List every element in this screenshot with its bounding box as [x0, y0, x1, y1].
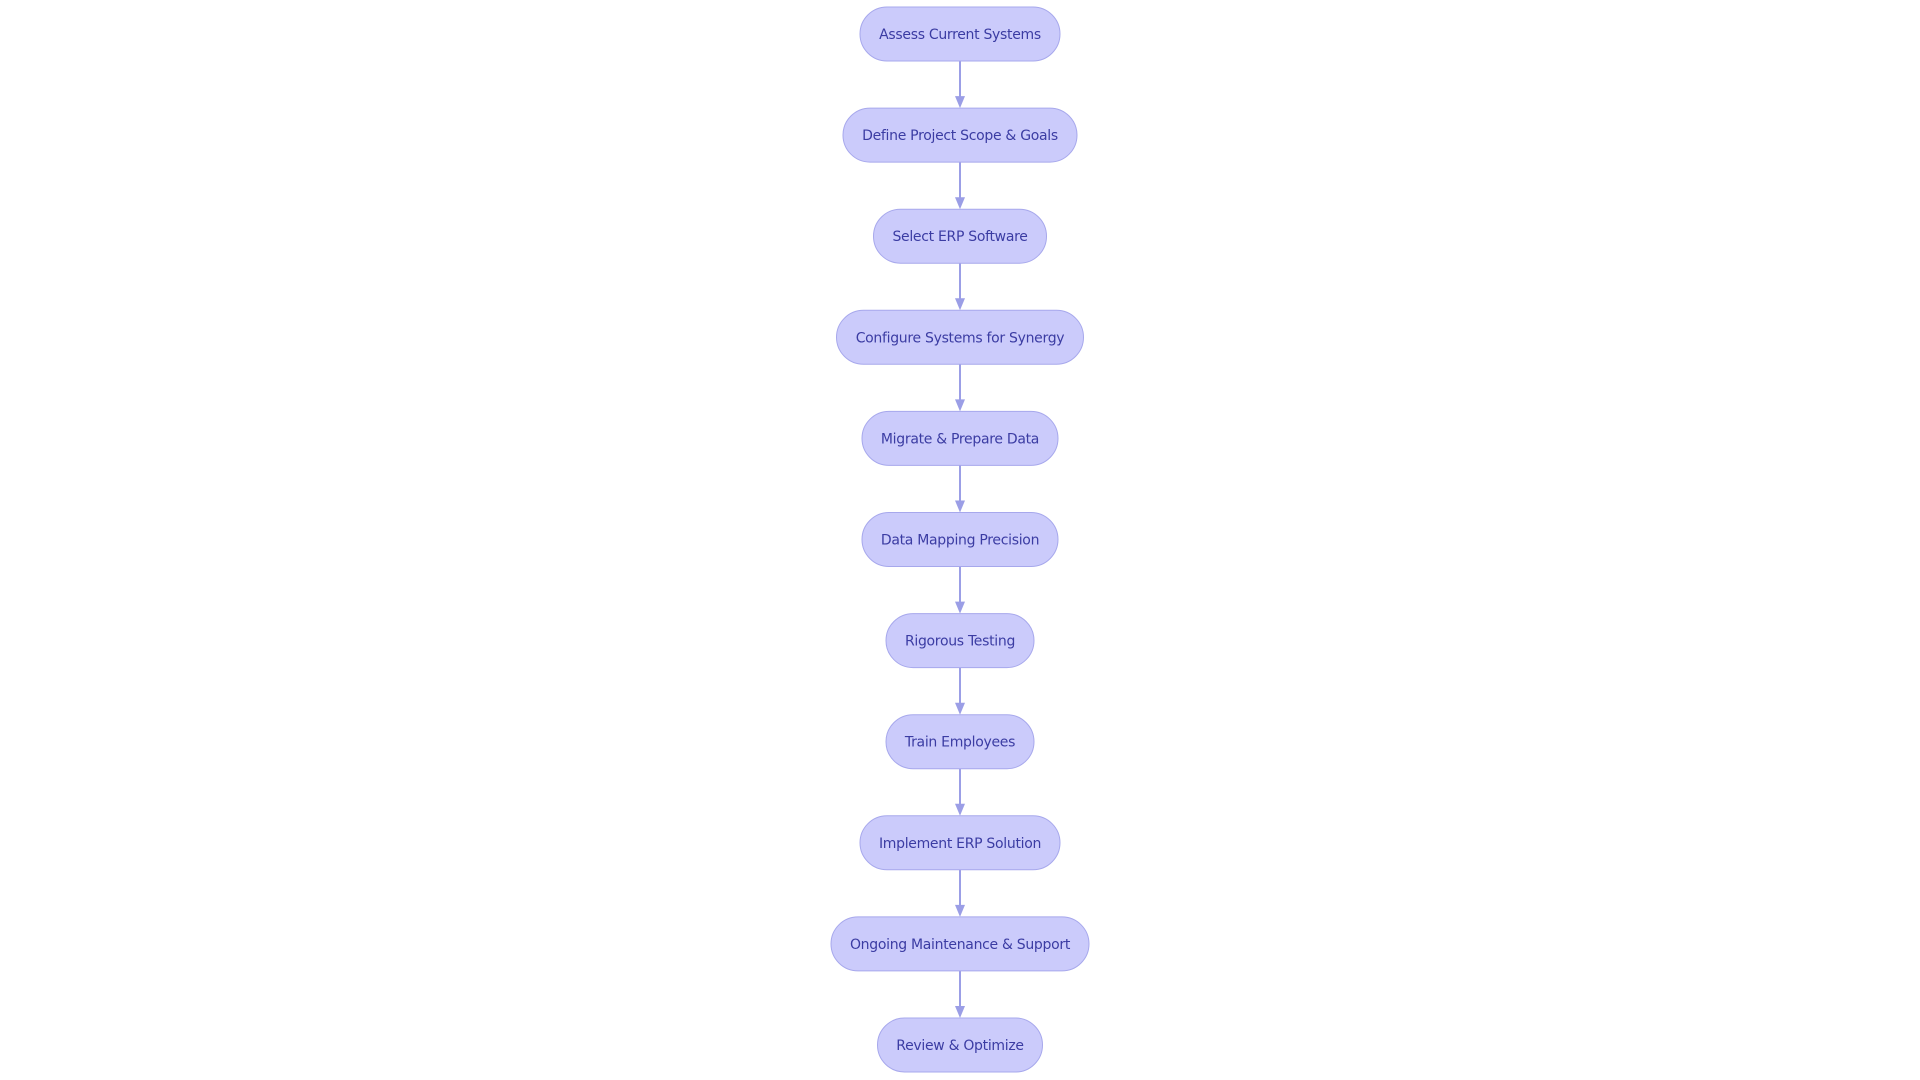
edge-n7-to-n8 — [955, 667, 965, 715]
flow-node-n3: Select ERP Software — [873, 208, 1047, 264]
edge-n8-to-n9 — [955, 768, 965, 816]
arrowhead-icon — [955, 702, 965, 715]
arrowhead-icon — [955, 399, 965, 412]
arrowhead-icon — [955, 298, 965, 311]
edge-n4-to-n5 — [955, 364, 965, 412]
arrowhead-icon — [955, 904, 965, 917]
node-label: Implement ERP Solution — [879, 836, 1041, 852]
flow-node-n11: Review & Optimize — [877, 1017, 1043, 1073]
flow-node-n1: Assess Current Systems — [859, 6, 1061, 62]
node-label: Review & Optimize — [896, 1038, 1023, 1054]
edge-n10-to-n11 — [955, 970, 965, 1018]
edge-n6-to-n7 — [955, 566, 965, 614]
flow-node-n2: Define Project Scope & Goals — [842, 107, 1078, 163]
flow-node-n7: Rigorous Testing — [885, 613, 1035, 669]
flow-node-n4: Configure Systems for Synergy — [836, 309, 1084, 365]
edge-n9-to-n10 — [955, 869, 965, 917]
arrowhead-icon — [955, 1006, 965, 1018]
flow-node-n10: Ongoing Maintenance & Support — [830, 916, 1090, 972]
node-label: Train Employees — [904, 735, 1015, 751]
arrowhead-icon — [955, 803, 965, 816]
arrowhead-icon — [955, 601, 965, 614]
node-label: Data Mapping Precision — [881, 533, 1039, 549]
edge-n3-to-n4 — [955, 263, 965, 311]
flow-node-n5: Migrate & Prepare Data — [861, 410, 1059, 466]
node-label: Ongoing Maintenance & Support — [850, 937, 1071, 953]
flowchart-canvas: Assess Current Systems Define Project Sco… — [830, 6, 1090, 1073]
edge-n5-to-n6 — [955, 465, 965, 513]
arrowhead-icon — [955, 500, 965, 513]
edge-n1-to-n2 — [955, 61, 965, 109]
node-label: Define Project Scope & Goals — [862, 128, 1058, 144]
flow-node-n6: Data Mapping Precision — [861, 512, 1059, 567]
edge-n2-to-n3 — [955, 162, 965, 210]
node-label: Configure Systems for Synergy — [856, 330, 1065, 346]
node-label: Assess Current Systems — [879, 27, 1041, 43]
flow-node-n8: Train Employees — [885, 714, 1035, 770]
flow-node-n9: Implement ERP Solution — [859, 815, 1061, 871]
arrowhead-icon — [955, 96, 965, 109]
node-label: Rigorous Testing — [905, 634, 1015, 650]
arrowhead-icon — [955, 197, 965, 210]
node-label: Migrate & Prepare Data — [881, 431, 1039, 447]
node-label: Select ERP Software — [892, 229, 1027, 245]
